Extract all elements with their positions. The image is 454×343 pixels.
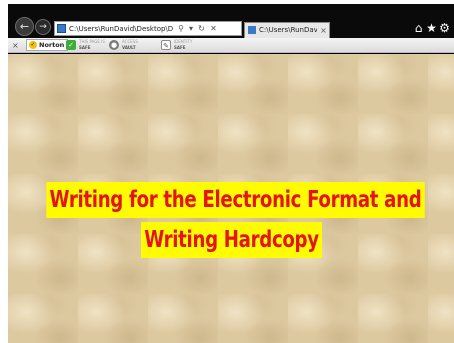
identity-safe-button[interactable]: ✎ IDENTITY SAFE: [161, 39, 203, 52]
title-row-2: Writing Hardcopy: [8, 222, 454, 262]
page-safe-indicator[interactable]: ✓ THIS PAGE IS SAFE: [66, 39, 105, 52]
pencil-icon: ✎: [161, 40, 171, 50]
page-safe-value: SAFE: [79, 45, 91, 50]
dropdown-icon[interactable]: ▾: [187, 23, 195, 35]
forward-button[interactable]: →: [35, 19, 51, 35]
search-icon[interactable]: ⚲: [176, 23, 186, 35]
home-icon[interactable]: ⌂: [412, 19, 425, 37]
browser-tab[interactable]: C:\Users\RunDavid\... ×: [244, 22, 330, 38]
browser-window: ← → C:\Users\RunDavid\Desktop\Dropbox\Wr…: [8, 4, 454, 343]
arrow-right-icon: →: [39, 22, 47, 32]
tab-close-button[interactable]: ×: [319, 25, 328, 36]
page-title: Writing for the Electronic Format and Wr…: [8, 182, 454, 262]
vault-button[interactable]: ● ACCESS VAULT: [109, 39, 151, 52]
page-content: Writing for the Electronic Format and Wr…: [8, 54, 454, 343]
address-url[interactable]: C:\Users\RunDavid\Desktop\Dropbox\Wri: [69, 24, 173, 35]
title-row-1: Writing for the Electronic Format and: [8, 182, 454, 222]
refresh-icon[interactable]: ↻: [196, 23, 207, 35]
norton-check-icon: ✓: [29, 41, 37, 49]
identity-value: SAFE: [174, 45, 186, 50]
tab-title: C:\Users\RunDavid\...: [259, 26, 317, 34]
vault-icon: ●: [109, 40, 119, 50]
norton-label: Norton: [39, 41, 65, 49]
gear-icon[interactable]: ⚙: [438, 19, 451, 37]
page-icon: [57, 24, 66, 33]
address-bar[interactable]: C:\Users\RunDavid\Desktop\Dropbox\Wri ⚲ …: [54, 21, 242, 36]
check-icon: ✓: [66, 40, 76, 50]
browser-right-icons: ⌂ ★ ⚙: [412, 19, 451, 37]
toolbar-close-button[interactable]: ×: [12, 40, 19, 51]
vault-value: VAULT: [122, 45, 136, 50]
norton-button[interactable]: ✓ Norton: [26, 39, 69, 51]
star-icon[interactable]: ★: [425, 19, 438, 37]
title-line-1: Writing for the Electronic Format and: [46, 182, 425, 218]
close-icon[interactable]: ✕: [208, 23, 219, 35]
title-line-2: Writing Hardcopy: [140, 222, 322, 258]
norton-toolbar: × ✓ Norton ✓ THIS PAGE IS SAFE ● ACCESS …: [8, 38, 454, 53]
arrow-left-icon: ←: [19, 20, 30, 33]
page-icon: [248, 26, 256, 34]
back-button[interactable]: ←: [15, 17, 34, 36]
browser-titlebar: ← → C:\Users\RunDavid\Desktop\Dropbox\Wr…: [8, 4, 454, 38]
